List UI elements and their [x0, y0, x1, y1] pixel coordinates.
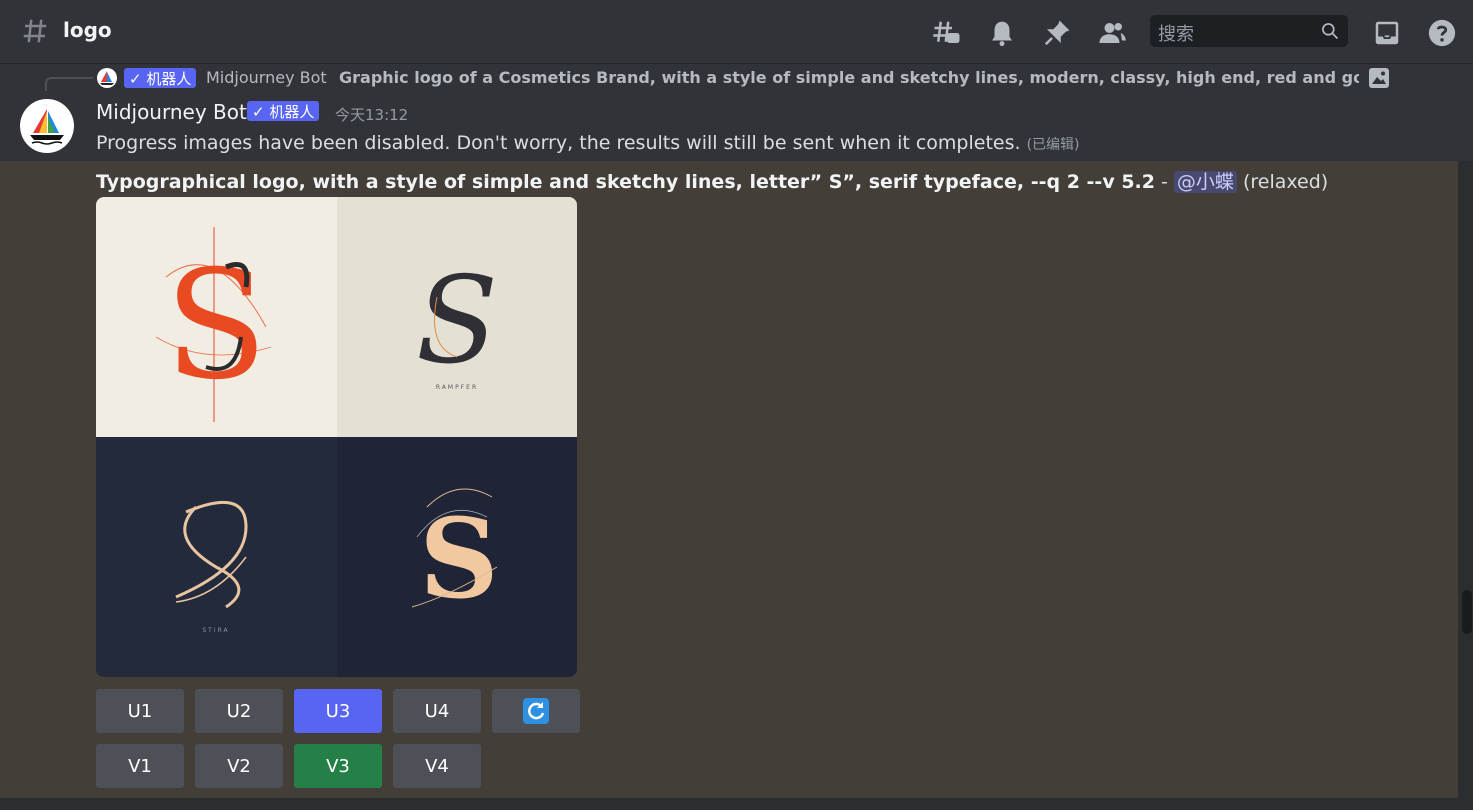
svg-text:S: S [416, 252, 498, 391]
prompt-text: Typographical logo, with a style of simp… [96, 171, 1155, 193]
hashtag-icon [23, 19, 47, 43]
mode-label: (relaxed) [1236, 171, 1329, 193]
scrollbar-thumb[interactable] [1462, 590, 1472, 634]
channel-header: logo 搜索 [0, 0, 1473, 64]
result-message-text: Typographical logo, with a style of simp… [96, 167, 1328, 194]
reply-connector [45, 77, 93, 91]
user-mention[interactable]: @小蝶 [1173, 171, 1237, 193]
search-icon [1322, 23, 1339, 40]
search-placeholder: 搜索 [1158, 24, 1194, 45]
svg-text:S: S [165, 239, 268, 413]
variation-button-2[interactable]: V2 [195, 744, 283, 788]
upscale-button-4[interactable]: U4 [393, 689, 481, 733]
notification-bell-icon[interactable] [987, 18, 1017, 48]
image-icon [1369, 68, 1389, 88]
message-body: Progress images have been disabled. Don'… [96, 132, 1021, 154]
upscale-button-3[interactable]: U3 [294, 689, 382, 733]
search-input[interactable]: 搜索 [1150, 15, 1348, 47]
pin-icon[interactable] [1042, 18, 1072, 48]
refresh-icon [523, 698, 549, 724]
inbox-icon[interactable] [1372, 18, 1402, 48]
variation-button-1[interactable]: V1 [96, 744, 184, 788]
reroll-button[interactable] [492, 689, 580, 733]
message-timestamp: 今天13:12 [335, 106, 409, 124]
image-caption: STIRA [202, 627, 229, 634]
upscale-button-2[interactable]: U2 [195, 689, 283, 733]
reply-avatar[interactable] [97, 68, 117, 88]
image-caption: RAMPFER [436, 384, 478, 391]
member-list-icon[interactable] [1097, 18, 1127, 48]
image-2[interactable]: S RAMPFER [337, 197, 577, 437]
variation-button-3[interactable]: V3 [294, 744, 382, 788]
reply-author[interactable]: Midjourney Bot [206, 68, 327, 87]
upscale-button-1[interactable]: U1 [96, 689, 184, 733]
help-icon[interactable] [1427, 18, 1457, 48]
image-3[interactable]: STIRA [96, 437, 337, 677]
edited-label: (已编辑) [1026, 137, 1080, 153]
image-4[interactable]: S [337, 437, 577, 677]
reply-preview-text[interactable]: Graphic logo of a Cosmetics Brand, with … [339, 68, 1359, 87]
threads-icon[interactable] [932, 18, 962, 48]
avatar[interactable] [20, 99, 74, 153]
image-1[interactable]: S [96, 197, 337, 437]
bot-badge: ✓ 机器人 [247, 101, 320, 121]
image-grid[interactable]: S S RAMPFER STIRA S [96, 197, 577, 677]
message-text: Progress images have been disabled. Don'… [96, 132, 1080, 154]
message-author[interactable]: Midjourney Bot [96, 100, 247, 124]
scrollbar-track[interactable] [1458, 161, 1473, 798]
bot-badge: ✓ 机器人 [124, 68, 197, 88]
variation-button-4[interactable]: V4 [393, 744, 481, 788]
svg-text:S: S [419, 494, 498, 623]
channel-name: logo [63, 18, 112, 42]
bottom-bar [0, 798, 1473, 810]
separator: - [1154, 171, 1174, 193]
